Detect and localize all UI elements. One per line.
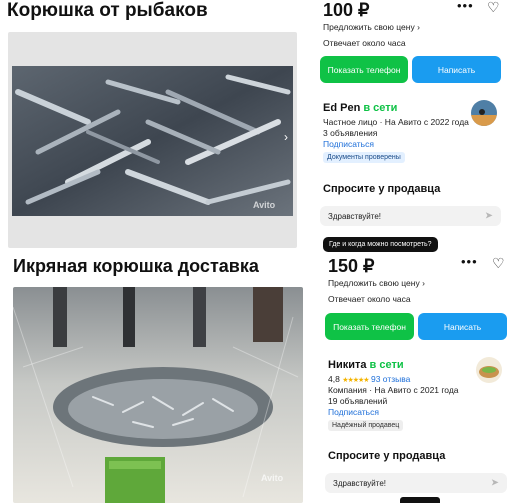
write-message-button[interactable]: Написать: [418, 313, 507, 340]
watermark-logo: Avito: [261, 473, 284, 483]
message-input[interactable]: Здравствуйте! ➤: [325, 473, 507, 493]
chevron-right-icon[interactable]: ›: [284, 130, 288, 144]
rating-value: 4,8: [328, 374, 340, 384]
reliable-seller-badge: Надёжный продавец: [328, 420, 404, 431]
message-input-text: Здравствуйте!: [333, 478, 387, 488]
avatar-image: [471, 100, 497, 126]
send-icon[interactable]: ➤: [485, 211, 493, 222]
seller-details: Частное лицо · На Авито с 2022 года: [323, 117, 469, 127]
listing-1-price: 100 ₽: [323, 0, 370, 20]
favorite-heart-icon[interactable]: ♡: [492, 255, 505, 272]
subscribe-link[interactable]: Подписаться: [328, 407, 379, 417]
ask-seller-title: Спросите у продавца: [323, 183, 441, 195]
message-input-text: Здравствуйте!: [328, 211, 382, 221]
listing-2-photo[interactable]: Avito: [13, 287, 303, 503]
listing-2-title: Икряная корюшка доставка: [13, 256, 259, 276]
quick-question-chip[interactable]: [400, 497, 440, 503]
online-status: в сети: [369, 359, 404, 371]
seller-rating-row[interactable]: 4,8 ★★★★★ 93 отзыва: [328, 374, 410, 384]
fishing-net-image: [13, 287, 303, 503]
quick-question-chip[interactable]: Где и когда можно посмотреть?: [323, 237, 438, 252]
smelt-fish-image: [8, 32, 297, 248]
seller-name-row[interactable]: Никита в сети: [328, 359, 404, 371]
send-icon[interactable]: ➤: [491, 478, 499, 489]
more-options-icon[interactable]: •••: [461, 254, 478, 269]
listing-1-photo[interactable]: Avito ›: [8, 32, 297, 248]
seller-ads-count[interactable]: 19 объявлений: [328, 396, 387, 406]
verified-docs-badge: Документы проверены: [323, 152, 405, 163]
more-options-icon[interactable]: •••: [457, 0, 474, 13]
show-phone-button[interactable]: Показать телефон: [325, 313, 414, 340]
suggest-price-link[interactable]: Предложить свою цену ›: [323, 22, 420, 32]
online-status: в сети: [363, 102, 398, 114]
seller-name-row[interactable]: Ed Pen в сети: [323, 102, 397, 114]
listing-2-price: 150 ₽: [328, 256, 375, 276]
seller-name[interactable]: Никита: [328, 359, 366, 371]
listing-1-title: Корюшка от рыбаков: [7, 0, 208, 21]
seller-name[interactable]: Ed Pen: [323, 102, 360, 114]
seller-ads-count[interactable]: 3 объявления: [323, 128, 377, 138]
avatar-image: [476, 357, 502, 383]
write-message-button[interactable]: Написать: [412, 56, 501, 83]
watermark-logo: Avito: [253, 200, 276, 210]
subscribe-link[interactable]: Подписаться: [323, 139, 374, 149]
favorite-heart-icon[interactable]: ♡: [487, 0, 500, 16]
avatar[interactable]: [471, 100, 497, 126]
suggest-price-link[interactable]: Предложить свою цену ›: [328, 278, 425, 288]
ask-seller-title: Спросите у продавца: [328, 450, 446, 462]
show-phone-button[interactable]: Показать телефон: [320, 56, 408, 83]
seller-details: Компания · На Авито с 2021 года: [328, 385, 459, 395]
reviews-link[interactable]: 93 отзыва: [371, 374, 410, 384]
response-time-text: Отвечает около часа: [323, 38, 406, 48]
avatar[interactable]: [476, 357, 502, 383]
response-time-text: Отвечает около часа: [328, 294, 411, 304]
rating-stars-icon: ★★★★★: [342, 377, 369, 384]
message-input[interactable]: Здравствуйте! ➤: [320, 206, 501, 226]
